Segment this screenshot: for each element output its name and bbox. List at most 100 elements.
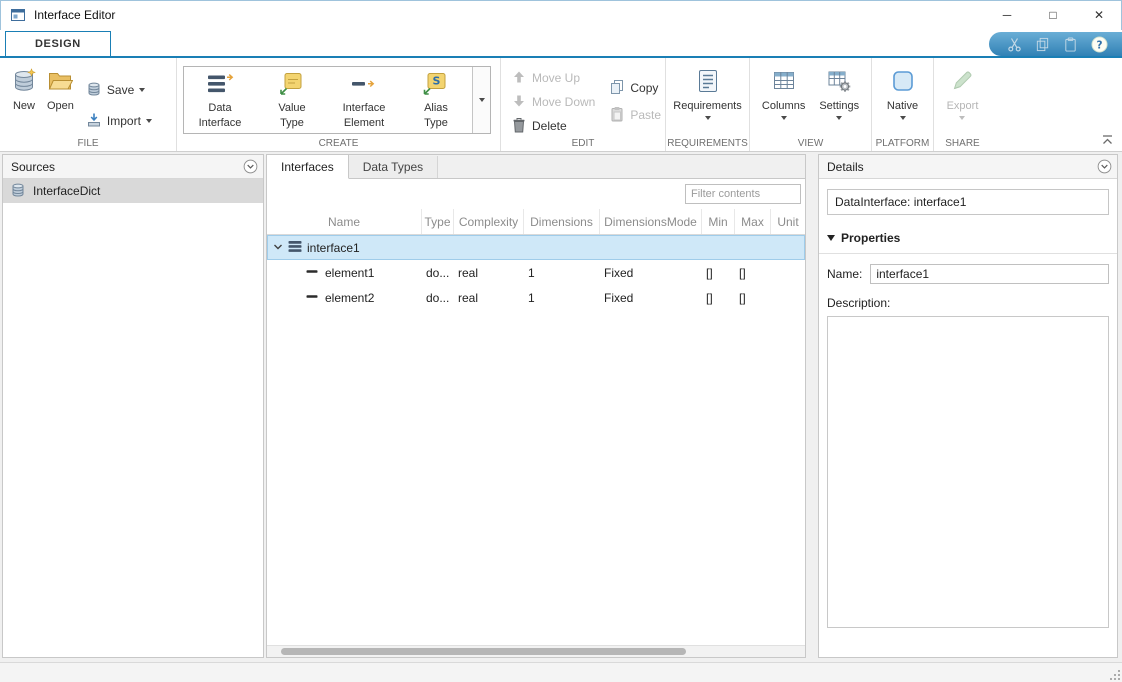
export-caret-icon — [959, 116, 965, 120]
file-small-buttons: Save Import — [86, 79, 152, 132]
column-header-type: Type — [422, 209, 454, 234]
tab-design[interactable]: DESIGN — [5, 31, 111, 56]
native-label: Native — [887, 100, 918, 113]
tab-interfaces[interactable]: Interfaces — [267, 155, 349, 179]
requirements-caret-icon — [705, 116, 711, 120]
columns-label: Columns — [762, 100, 805, 113]
cell-min: [] — [702, 285, 735, 310]
ribbon-section-view: Columns Settings VIEW — [749, 58, 871, 151]
delete-button[interactable]: Delete — [511, 115, 595, 137]
cut-icon[interactable] — [1007, 37, 1022, 52]
table-row-element2[interactable]: element2 do... real 1 Fixed [] [] — [267, 285, 805, 310]
column-header-dimensions: Dimensions — [524, 209, 600, 234]
interface-editor-window: Interface Editor ─ □ ✕ DESIGN — [0, 0, 1122, 682]
requirements-button[interactable]: Requirements — [668, 66, 746, 122]
section-label-view: VIEW — [750, 138, 871, 149]
alias-type-label-2: Type — [424, 117, 448, 130]
cell-name: element1 — [267, 260, 422, 285]
svg-text:?: ? — [1096, 39, 1102, 51]
column-header-max: Max — [735, 209, 771, 234]
settings-button[interactable]: Settings — [814, 66, 864, 122]
interface-editor-panel: Interfaces Data Types Name Type Complexi… — [266, 154, 806, 658]
table-body: interface1 element1 — [267, 235, 805, 645]
columns-table-icon — [771, 68, 797, 97]
cell-dimensions: 1 — [524, 285, 600, 310]
scrollbar-thumb[interactable] — [281, 648, 686, 655]
section-label-platform: PLATFORM — [872, 138, 933, 149]
copy-button[interactable]: Copy — [609, 77, 661, 99]
ribbon-section-platform: Native PLATFORM — [871, 58, 933, 151]
cell-dimensions — [524, 235, 600, 260]
value-type-button[interactable]: Value Type — [256, 67, 328, 133]
minimize-button[interactable]: ─ — [984, 0, 1030, 30]
table-row-interface1[interactable]: interface1 — [267, 235, 805, 260]
data-interface-label-1: Data — [208, 102, 231, 115]
cell-complexity — [454, 235, 524, 260]
requirements-label: Requirements — [673, 100, 741, 113]
tab-data-types[interactable]: Data Types — [349, 156, 438, 178]
export-button[interactable]: Export — [942, 66, 984, 122]
ribbon-section-share: Export SHARE — [933, 58, 991, 151]
interface-element-button[interactable]: Interface Element — [328, 67, 400, 133]
import-button-label: Import — [107, 114, 141, 128]
delete-label: Delete — [532, 119, 567, 133]
create-gallery-dropdown[interactable] — [472, 67, 490, 133]
cell-type: do... — [422, 285, 454, 310]
paste-label: Paste — [630, 108, 661, 122]
name-input[interactable] — [870, 264, 1109, 284]
details-collapse-icon[interactable] — [1097, 159, 1112, 174]
resize-grip[interactable] — [1109, 669, 1121, 681]
ribbon-section-edit: Move Up Move Down — [500, 58, 665, 151]
alias-type-button[interactable]: S Alias Type — [400, 67, 472, 133]
row-name-label: element1 — [325, 266, 374, 280]
import-icon — [86, 112, 102, 131]
properties-section-header[interactable]: Properties — [819, 229, 1117, 254]
maximize-button[interactable]: □ — [1030, 0, 1076, 30]
cell-min — [702, 235, 735, 260]
import-button[interactable]: Import — [86, 110, 152, 132]
status-bar — [0, 662, 1122, 682]
expand-chevron-icon[interactable] — [273, 241, 283, 255]
section-label-file: FILE — [0, 138, 176, 149]
alias-type-icon: S — [422, 71, 450, 100]
help-icon[interactable]: ? — [1091, 36, 1108, 53]
section-label-edit: EDIT — [501, 138, 665, 149]
title-bar: Interface Editor ─ □ ✕ — [0, 0, 1122, 30]
sources-list: InterfaceDict — [3, 179, 263, 657]
paste-icon[interactable] — [1063, 37, 1078, 52]
move-up-label: Move Up — [532, 71, 580, 85]
description-textarea[interactable] — [827, 316, 1109, 628]
table-row-element1[interactable]: element1 do... real 1 Fixed [] [] — [267, 260, 805, 285]
create-gallery: Data Interface Value Type — [183, 66, 491, 134]
data-interface-row-icon — [288, 240, 302, 256]
new-button[interactable]: New — [6, 66, 42, 115]
move-down-button[interactable]: Move Down — [511, 91, 595, 113]
save-button[interactable]: Save — [86, 79, 152, 101]
columns-button[interactable]: Columns — [757, 66, 810, 122]
paste-button[interactable]: Paste — [609, 104, 661, 126]
collapse-ribbon-icon[interactable] — [1101, 134, 1114, 145]
properties-title: Properties — [841, 231, 900, 245]
cell-type: do... — [422, 260, 454, 285]
open-button[interactable]: Open — [42, 66, 79, 115]
cell-type — [422, 235, 454, 260]
close-button[interactable]: ✕ — [1076, 0, 1122, 30]
move-up-button[interactable]: Move Up — [511, 67, 595, 89]
settings-gear-icon — [826, 68, 852, 97]
filter-contents-input[interactable] — [685, 184, 801, 204]
horizontal-scrollbar[interactable] — [267, 645, 805, 657]
section-label-requirements: REQUIREMENTS — [666, 138, 749, 149]
cell-unit — [771, 260, 805, 285]
interface-element-label-1: Interface — [343, 102, 386, 115]
alias-type-label-1: Alias — [424, 102, 448, 115]
clipboard-icon — [609, 106, 625, 125]
value-type-icon — [278, 71, 306, 100]
svg-text:S: S — [433, 75, 441, 88]
copy-icon[interactable] — [1035, 37, 1050, 52]
data-interface-button[interactable]: Data Interface — [184, 67, 256, 133]
sources-collapse-icon[interactable] — [243, 159, 258, 174]
open-button-label: Open — [47, 100, 74, 113]
source-item-interfacedict[interactable]: InterfaceDict — [3, 179, 263, 203]
native-caret-icon — [900, 116, 906, 120]
native-button[interactable]: Native — [882, 66, 923, 122]
